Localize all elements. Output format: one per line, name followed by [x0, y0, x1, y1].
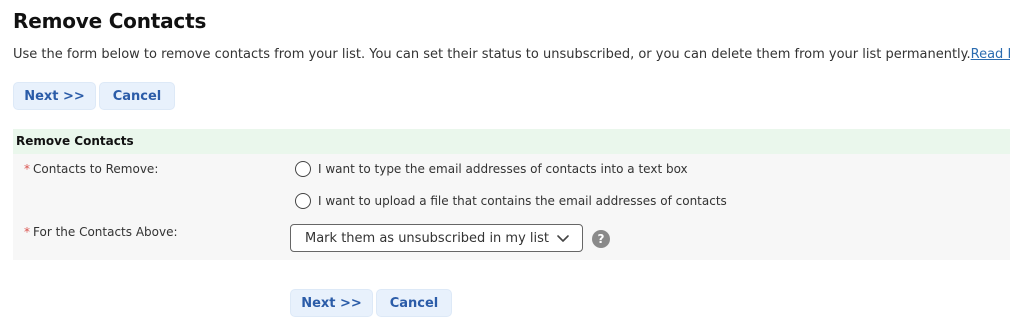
question-circle-icon[interactable]: ? — [592, 230, 610, 248]
top-next-button[interactable]: Next >> — [13, 82, 96, 110]
remove-contacts-page: Remove Contacts Use the form below to re… — [0, 0, 1010, 335]
radio-label: I want to type the email addresses of co… — [318, 162, 688, 176]
panel-header: Remove Contacts — [13, 129, 1010, 154]
panel-title: Remove Contacts — [16, 134, 134, 148]
intro-description: Use the form below to remove contacts fr… — [13, 47, 971, 62]
chevron-down-icon — [557, 235, 569, 242]
radio-option-type-emails[interactable]: I want to type the email addresses of co… — [295, 161, 688, 177]
radio-option-upload-file[interactable]: I want to upload a file that contains th… — [295, 193, 727, 209]
contacts-action-select[interactable]: Mark them as unsubscribed in my list — [290, 224, 583, 252]
radio-button[interactable] — [295, 193, 311, 209]
select-value: Mark them as unsubscribed in my list — [305, 230, 550, 246]
bottom-next-button[interactable]: Next >> — [290, 289, 373, 317]
for-contacts-above-label: * For the Contacts Above: — [24, 225, 178, 239]
read-more-link[interactable]: Read More — [971, 47, 1010, 62]
contacts-to-remove-label: * Contacts to Remove: — [24, 162, 158, 176]
top-cancel-button[interactable]: Cancel — [99, 82, 175, 110]
required-marker: * — [24, 225, 30, 239]
required-marker: * — [24, 162, 30, 176]
contacts-to-remove-label-text: Contacts to Remove: — [33, 162, 159, 176]
bottom-cancel-button[interactable]: Cancel — [376, 289, 452, 317]
page-title: Remove Contacts — [13, 9, 207, 33]
intro-text: Use the form below to remove contacts fr… — [13, 47, 1010, 62]
radio-button[interactable] — [295, 161, 311, 177]
for-contacts-above-label-text: For the Contacts Above: — [33, 225, 178, 239]
radio-label: I want to upload a file that contains th… — [318, 194, 727, 208]
